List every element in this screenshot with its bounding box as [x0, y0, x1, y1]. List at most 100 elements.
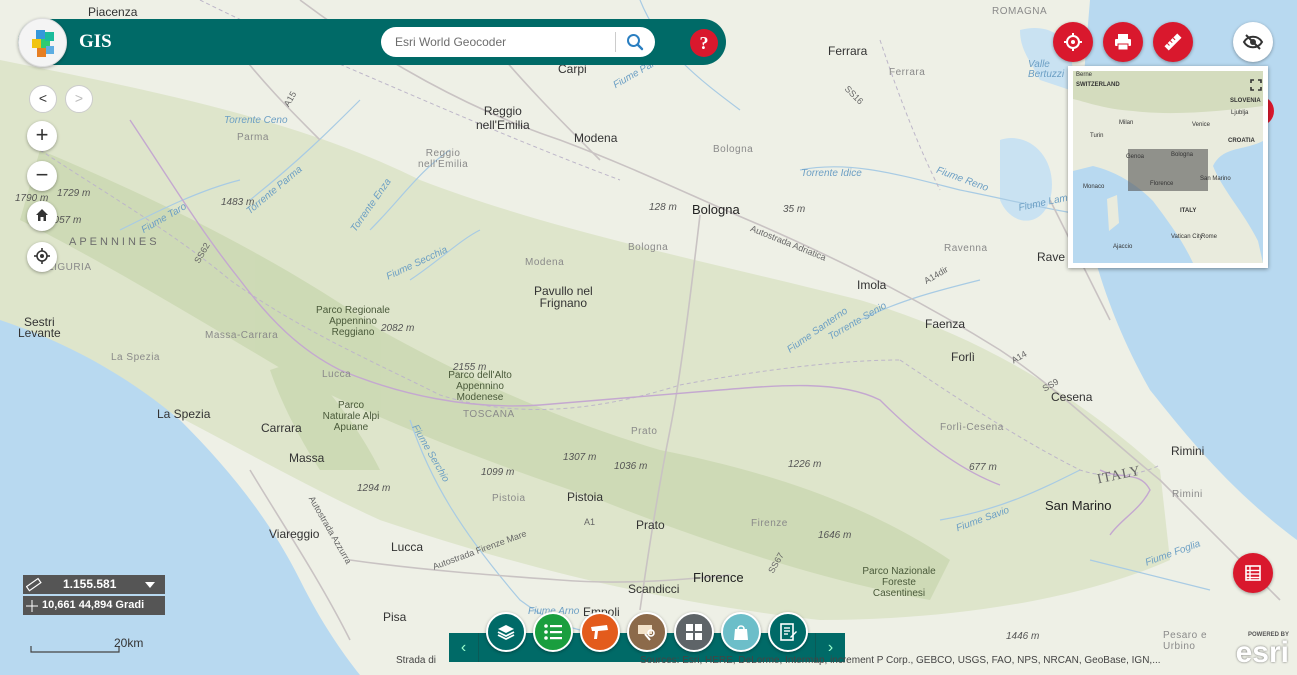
fullscreen-icon — [1250, 79, 1262, 91]
elevation-label: 35 m — [783, 204, 806, 215]
place-label: Massa-Carrara — [205, 330, 279, 341]
search-button[interactable] — [624, 31, 646, 53]
scale-bar-label: 20km — [114, 636, 144, 650]
overview-label: Bologna — [1171, 152, 1194, 158]
search-sign-icon — [638, 625, 655, 641]
place-label: Lucca — [322, 369, 352, 380]
attribution-text: Sources: Esri, HERE, DeLorme, Intermap, … — [640, 655, 1161, 666]
locate-icon — [34, 248, 50, 264]
scale-bar: 20km — [30, 636, 143, 654]
elevation-label: 1294 m — [357, 483, 391, 494]
draw-tool-button[interactable] — [580, 612, 620, 652]
attribution-left: Strada di — [396, 655, 437, 666]
place-label: ROMAGNA — [992, 6, 1048, 17]
report-tool-button[interactable] — [768, 612, 808, 652]
place-label: Prato — [631, 426, 658, 437]
place-label: Scandicci — [628, 582, 680, 596]
scale-bar-line — [30, 646, 120, 653]
search-input[interactable] — [395, 31, 613, 53]
measure-tool-button[interactable] — [1153, 22, 1193, 62]
share-tool-button[interactable] — [721, 612, 761, 652]
place-label: Reggio nell'Emilia — [476, 104, 530, 132]
app-logo[interactable] — [18, 18, 67, 67]
scale-value: 1.155.581 — [63, 577, 117, 591]
overview-label: San Marino — [1200, 176, 1231, 182]
print-tool-button[interactable] — [1103, 22, 1143, 62]
place-label: Sestri Levante — [18, 315, 61, 340]
scale-row[interactable]: 1.155.581 — [23, 575, 165, 594]
place-label: Bologna — [692, 202, 740, 217]
crosshair-icon — [26, 600, 38, 612]
elevation-label: 1446 m — [1006, 631, 1040, 642]
place-label: Faenza — [925, 317, 966, 331]
legend-tool-button[interactable] — [533, 612, 573, 652]
app-title: GIS — [79, 31, 112, 52]
elevation-label: 2082 m — [381, 323, 415, 334]
edit-doc-icon — [780, 623, 797, 641]
place-label: Lucca — [391, 540, 424, 554]
overview-label: CROATIA — [1228, 138, 1255, 144]
overview-label: Milan — [1119, 120, 1134, 126]
overview-label: SWITZERLAND — [1076, 82, 1120, 88]
elevation-label: 1036 m — [614, 461, 648, 472]
place-label: Bologna — [713, 144, 754, 155]
place-label: Firenze — [751, 518, 788, 529]
place-label: Pavullo nel Frignano — [534, 284, 593, 310]
ruler-icon — [1164, 33, 1182, 51]
place-label: Carrara — [261, 421, 302, 435]
overview-label: Genoa — [1126, 154, 1145, 160]
grid-icon — [686, 624, 702, 640]
search-box — [381, 27, 655, 57]
visibility-toggle-button[interactable] — [1233, 22, 1273, 62]
query-tool-button[interactable] — [627, 612, 667, 652]
overview-label: Vatican City — [1171, 234, 1203, 240]
place-label: Rimini — [1171, 444, 1205, 458]
table-icon — [1245, 565, 1261, 581]
place-label: San Marino — [1045, 498, 1112, 513]
place-label: Pistoia — [492, 493, 526, 504]
eye-slash-icon — [1242, 34, 1264, 50]
layers-tool-button[interactable] — [486, 612, 526, 652]
zoom-out-button[interactable]: − — [27, 161, 57, 191]
overview-label: Venice — [1192, 122, 1211, 128]
place-label: Rave — [1037, 250, 1066, 264]
esri-logo[interactable]: POWERED BY esri — [1227, 632, 1289, 670]
place-label: Reggio nell'Emilia — [418, 148, 469, 170]
help-button[interactable]: ? — [690, 29, 718, 57]
attribute-table-button[interactable] — [1233, 553, 1273, 593]
chevron-down-icon — [145, 582, 155, 588]
place-label: Bologna — [628, 242, 669, 253]
home-button[interactable] — [27, 201, 57, 231]
place-label: Ravenna — [944, 243, 988, 254]
place-label: Pesaro e Urbino — [1163, 630, 1208, 652]
park-label: Parco Naturale Alpi Apuane — [322, 400, 380, 433]
previous-extent-button[interactable]: < — [29, 85, 57, 113]
overview-map[interactable]: Berne SWITZERLAND SLOVENIA Milan Ljublja… — [1068, 66, 1268, 268]
list-icon — [544, 624, 562, 640]
place-label: APENNINES — [69, 236, 160, 248]
place-label: Cesena — [1051, 390, 1093, 404]
next-extent-button[interactable]: > — [65, 85, 93, 113]
zoom-in-button[interactable]: + — [27, 121, 57, 151]
search-separator — [615, 32, 616, 52]
place-label: Imola — [857, 278, 887, 292]
overview-label: ITALY — [1180, 208, 1197, 214]
place-label: Forlì — [951, 350, 975, 364]
elevation-label: 1099 m — [481, 467, 515, 478]
esri-wordmark: esri — [1235, 636, 1289, 669]
printer-icon — [1115, 34, 1131, 51]
elevation-label: 1729 m — [57, 188, 91, 199]
road-label: A1 — [584, 517, 596, 527]
locate-button[interactable] — [27, 242, 57, 272]
basemap-tool-button[interactable] — [674, 612, 714, 652]
place-label: Modena — [574, 131, 618, 145]
overview-expand-button[interactable] — [1244, 73, 1262, 91]
toolbar-scroll-left[interactable]: ‹ — [449, 633, 479, 662]
elevation-label: 1226 m — [788, 459, 822, 470]
filter-tool-button[interactable] — [1053, 22, 1093, 62]
place-label: Prato — [636, 518, 665, 532]
overview-label: Berne — [1076, 72, 1093, 78]
overview-label: Ajaccio — [1113, 244, 1133, 250]
cube-logo-icon — [32, 30, 54, 57]
place-label: TOSCANA — [463, 409, 515, 420]
